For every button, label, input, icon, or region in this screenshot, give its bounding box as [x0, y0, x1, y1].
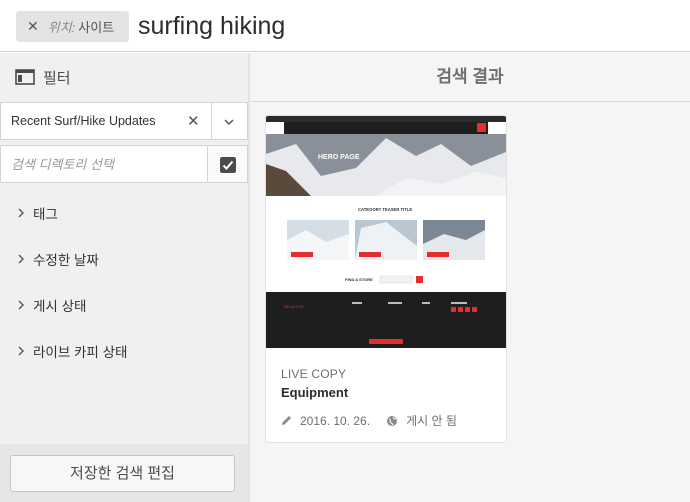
facet-tags[interactable]: 태그 — [0, 190, 248, 236]
filter-panel-icon — [15, 69, 35, 85]
saved-search-value: Recent Surf/Hike Updates — [11, 114, 156, 128]
chevron-right-icon — [18, 208, 24, 218]
clear-saved-search-icon[interactable]: ✕ — [187, 112, 200, 130]
card-meta: 2016. 10. 26. 게시 안 됨 — [281, 412, 457, 429]
facet-label: 게시 상태 — [33, 299, 87, 314]
filter-rail-title: 필터 — [43, 69, 71, 87]
facet-label: 라이브 카피 상태 — [33, 345, 128, 360]
page-thumbnail: HERO PAGE CATEGORY TEASER TITLE FIND A S… — [266, 116, 506, 348]
search-directory-field[interactable] — [0, 145, 208, 183]
modified-date: 2016. 10. 26. — [300, 413, 371, 428]
search-directory-input[interactable] — [1, 146, 207, 182]
pencil-icon — [282, 416, 291, 425]
facet-label: 수정한 날짜 — [33, 253, 99, 268]
facet-live-copy-status[interactable]: 라이브 카피 상태 — [0, 328, 248, 374]
card-type-label: LIVE COPY — [281, 367, 347, 381]
search-bar: ✕ 위치: 사이트 surfing hiking — [0, 0, 690, 52]
remove-tag-icon[interactable]: ✕ — [27, 18, 39, 35]
select-divider — [211, 103, 212, 139]
location-tag[interactable]: ✕ 위치: 사이트 — [16, 11, 129, 42]
facet-label: 태그 — [33, 207, 58, 222]
card-title: Equipment — [281, 385, 349, 400]
globe-icon — [387, 415, 398, 426]
facet-publish-status[interactable]: 게시 상태 — [0, 282, 248, 328]
find-store-text: FIND A STORE — [345, 277, 373, 282]
results-divider — [250, 101, 690, 102]
facet-modified-date[interactable]: 수정한 날짜 — [0, 236, 248, 282]
chevron-right-icon — [18, 300, 24, 310]
publish-status: 게시 안 됨 — [406, 414, 457, 428]
location-tag-key: 위치: — [47, 20, 76, 35]
edit-saved-search-button[interactable]: 저장한 검색 편집 — [10, 455, 235, 492]
result-card[interactable]: HERO PAGE CATEGORY TEASER TITLE FIND A S… — [265, 115, 507, 443]
filter-rail-header: 필터 — [0, 53, 248, 101]
filter-rail: 필터 Recent Surf/Hike Updates ✕ 태그 수정한 날짜 … — [0, 53, 248, 502]
search-query-input[interactable]: surfing hiking — [138, 12, 285, 41]
chevron-right-icon — [18, 254, 24, 264]
chevron-right-icon — [18, 346, 24, 356]
saved-search-select[interactable]: Recent Surf/Hike Updates ✕ — [0, 102, 248, 140]
results-title: 검색 결과 — [436, 67, 504, 86]
location-tag-value: 사이트 — [78, 20, 115, 35]
search-results-panel: 검색 결과 HERO PAGE CATEGORY TEASER TITLE FI… — [250, 53, 690, 502]
filter-rail-footer: 저장한 검색 편집 — [0, 444, 248, 502]
teaser-title-text: CATEGORY TEASER TITLE — [358, 207, 412, 212]
facet-list: 태그 수정한 날짜 게시 상태 라이브 카피 상태 — [0, 190, 248, 374]
select-directory-button[interactable] — [208, 145, 248, 183]
chevron-down-icon[interactable] — [221, 114, 237, 130]
footer-brand-text: WE.ACTIVE — [284, 305, 304, 309]
checkbox-icon — [220, 157, 236, 173]
hero-title-text: HERO PAGE — [318, 154, 360, 161]
